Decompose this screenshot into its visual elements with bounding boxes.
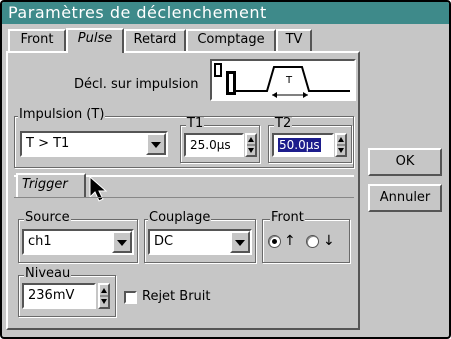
front-falling-radio[interactable]	[306, 235, 319, 248]
falling-edge-icon: ↓	[323, 233, 335, 249]
annuler-button[interactable]: Annuler	[368, 184, 442, 212]
spinner-arrows-icon	[337, 137, 345, 153]
pulse-diagram: T	[210, 59, 356, 101]
rejet-bruit-label: Rejet Bruit	[142, 289, 211, 304]
t2-spinner[interactable]	[335, 133, 347, 157]
mouse-cursor-icon	[89, 175, 108, 202]
chevron-down-icon	[235, 240, 245, 246]
impulsion-label: Impulsion (T)	[18, 107, 106, 122]
tab-front[interactable]: Front	[8, 29, 66, 51]
niveau-input[interactable]: 236mV	[22, 283, 96, 309]
rejet-bruit-checkbox[interactable]	[124, 291, 137, 304]
front-rising-radio[interactable]	[268, 235, 281, 248]
t1-input[interactable]: 25.0µs	[184, 133, 244, 157]
t1-spinner[interactable]	[245, 133, 257, 157]
dialog-window: Paramètres de déclenchement Front Pulse …	[0, 0, 451, 339]
t1-label: T1	[186, 116, 205, 131]
tab-pulse[interactable]: Pulse	[66, 28, 124, 53]
decl-label: Décl. sur impulsion	[74, 77, 199, 92]
condition-value: T > T1	[26, 136, 70, 151]
pulse-diagram-label: T	[285, 75, 293, 86]
pulse-waveform-icon: T	[214, 63, 350, 98]
niveau-spinner[interactable]	[98, 283, 110, 309]
tab-retard[interactable]: Retard	[124, 29, 186, 51]
tab-trigger[interactable]: Trigger	[16, 173, 86, 197]
t2-input[interactable]: 50.0µs	[272, 133, 334, 157]
chevron-down-icon	[117, 240, 127, 246]
t2-label: T2	[274, 116, 293, 131]
ok-button[interactable]: OK	[368, 148, 442, 176]
trigger-separator	[14, 197, 354, 198]
spinner-arrows-icon	[100, 288, 108, 304]
couplage-label: Couplage	[148, 210, 212, 225]
dialog-title: Paramètres de déclenchement	[2, 2, 449, 24]
source-dropdown-button[interactable]	[112, 231, 132, 253]
chevron-down-icon	[151, 142, 161, 148]
tab-tv[interactable]: TV	[276, 29, 312, 51]
t2-value-selected: 50.0µs	[278, 138, 321, 152]
condition-dropdown-button[interactable]	[146, 133, 166, 155]
spinner-arrows-icon	[247, 137, 255, 153]
front-label: Front	[270, 210, 305, 225]
rising-edge-icon: ↑	[284, 233, 296, 249]
source-label: Source	[24, 210, 71, 225]
pulse-tab-panel: Décl. sur impulsion T Impulsion (T) T > …	[6, 51, 360, 330]
couplage-dropdown-button[interactable]	[230, 231, 250, 253]
niveau-label: Niveau	[24, 266, 72, 281]
tab-comptage[interactable]: Comptage	[186, 29, 276, 51]
